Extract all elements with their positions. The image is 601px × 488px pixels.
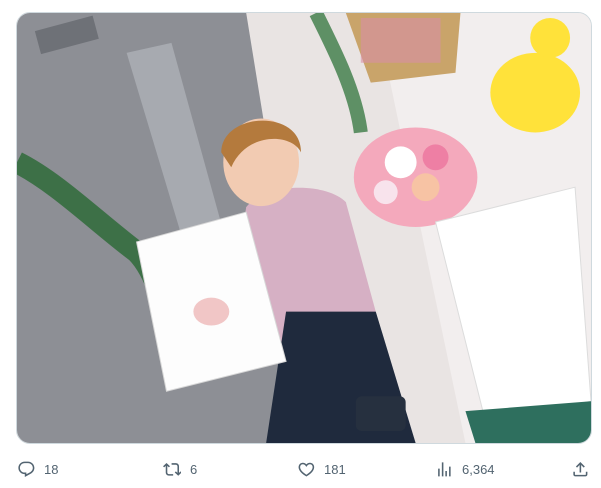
- views-button[interactable]: 6,364: [434, 456, 495, 482]
- repost-button[interactable]: 6: [162, 456, 197, 482]
- views-chart-icon: [434, 459, 454, 479]
- tweet-media-photo[interactable]: [16, 12, 592, 444]
- reply-count: 18: [44, 461, 59, 477]
- heart-icon: [296, 459, 316, 479]
- tweet-action-bar: 18 6 181 6,364: [16, 456, 592, 482]
- repost-icon: [162, 459, 182, 479]
- views-count: 6,364: [462, 461, 495, 477]
- repost-count: 6: [190, 461, 198, 477]
- like-count: 181: [324, 461, 346, 477]
- share-icon: [570, 459, 590, 479]
- reply-button[interactable]: 18: [16, 456, 58, 482]
- photo-scene: [17, 13, 591, 443]
- like-button[interactable]: 181: [296, 456, 346, 482]
- reply-icon: [16, 459, 36, 479]
- share-button[interactable]: [570, 456, 590, 482]
